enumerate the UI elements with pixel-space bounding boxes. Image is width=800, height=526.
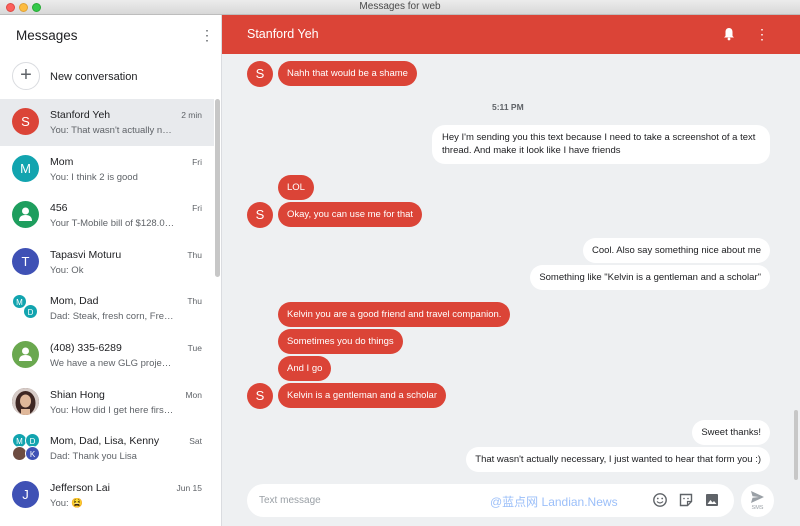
image-icon[interactable] — [704, 492, 720, 508]
new-conversation-label: New conversation — [50, 71, 138, 83]
conversation-name: Jefferson Lai — [50, 481, 110, 494]
chat-panel: Stanford Yeh ⋮ S Nahh that would be a sh… — [222, 15, 800, 526]
conversation-item[interactable]: (408) 335-6289 Tue We have a new GLG pro… — [0, 332, 214, 379]
avatar: M — [12, 154, 39, 182]
conversation-snippet: Dad: Thank you Lisa — [50, 451, 137, 463]
conversation-item[interactable]: M D K Mom, Dad, Lisa, Kenny Sat Dad: Tha… — [0, 425, 214, 472]
more-options-icon[interactable]: ⋮ — [200, 27, 214, 43]
message-input[interactable] — [259, 492, 479, 509]
conversation-name: (408) 335-6289 — [50, 341, 122, 354]
conversation-time: 2 min — [181, 110, 202, 120]
conversation-item[interactable]: S Stanford Yeh 2 min You: That wasn't ac… — [0, 99, 214, 146]
send-label: SMS — [751, 505, 764, 511]
sidebar-scrollbar[interactable] — [215, 99, 220, 277]
message-in: Kelvin is a gentleman and a scholar — [278, 383, 446, 408]
avatar: J — [12, 480, 39, 508]
conversation-time: Thu — [187, 296, 202, 307]
avatar: T — [12, 247, 39, 275]
window-titlebar: Messages for web — [0, 0, 800, 15]
sender-avatar: S — [247, 202, 273, 228]
bell-icon[interactable] — [722, 27, 736, 41]
sidebar-header: Messages ⋮ — [0, 15, 221, 55]
window-title: Messages for web — [359, 1, 441, 12]
watermark-text: @蓝点网 Landian.News — [490, 495, 618, 509]
sidebar-title: Messages — [16, 28, 78, 43]
conversation-time: Mon — [185, 389, 202, 400]
conversation-snippet: You: Ok — [50, 264, 84, 276]
chat-scrollbar[interactable] — [794, 410, 798, 480]
message-timestamp: 5:11 PM — [492, 102, 524, 112]
conversation-name: Stanford Yeh — [50, 109, 111, 121]
person-icon — [12, 201, 39, 229]
chat-title: Stanford Yeh — [247, 27, 319, 41]
conversation-item[interactable]: 456 Fri Your T-Mobile bill of $128.00... — [0, 192, 214, 239]
sender-avatar: S — [247, 61, 273, 87]
send-button[interactable]: SMS — [741, 484, 774, 517]
message-in: Nahh that would be a shame — [278, 61, 417, 86]
conversation-name: Mom, Dad, Lisa, Kenny — [50, 435, 160, 448]
conversation-item[interactable]: T Tapasvi Moturu Thu You: Ok — [0, 239, 214, 286]
conversation-snippet: You: I think 2 is good — [50, 171, 138, 183]
conversation-time: Sat — [189, 436, 202, 447]
message-composer: @蓝点网 Landian.News — [247, 484, 734, 517]
conversation-item[interactable]: M Mom Fri You: I think 2 is good — [0, 146, 214, 193]
conversation-snippet: We have a new GLG project ... — [50, 357, 175, 369]
conversation-time: Fri — [192, 156, 202, 167]
conversation-name: Shian Hong — [50, 388, 105, 401]
avatar-photo — [12, 387, 39, 415]
conversation-time: Jun 15 — [176, 482, 202, 493]
sender-avatar: S — [247, 383, 273, 409]
avatar: S — [12, 108, 39, 135]
conversation-name: Mom, Dad — [50, 295, 99, 308]
conversation-list: S Stanford Yeh 2 min You: That wasn't ac… — [0, 99, 214, 518]
conversation-time: Fri — [192, 203, 202, 214]
conversation-snippet: Your T-Mobile bill of $128.00... — [50, 218, 175, 230]
sticker-icon[interactable] — [678, 492, 694, 508]
plus-icon: + — [12, 62, 40, 90]
conversation-snippet: You: 😫 — [50, 497, 84, 509]
more-options-icon[interactable]: ⋮ — [755, 26, 769, 42]
message-in: And I go — [278, 356, 332, 381]
conversation-snippet: Dad: Steak, fresh corn, Frenc... — [50, 311, 175, 323]
new-conversation-button[interactable]: + New conversation — [0, 60, 221, 98]
conversation-name: 456 — [50, 202, 68, 215]
emoji-icon[interactable] — [652, 492, 668, 508]
conversation-time: Tue — [187, 342, 202, 353]
chat-header: Stanford Yeh ⋮ — [222, 15, 800, 54]
conversation-snippet: You: That wasn't actually nec... — [50, 125, 175, 136]
sidebar: Messages ⋮ + New conversation S Stanford… — [0, 15, 222, 526]
message-in: Okay, you can use me for that — [278, 202, 423, 227]
group-avatar: K — [25, 446, 40, 462]
conversation-name: Tapasvi Moturu — [50, 248, 122, 261]
message-in: LOL — [278, 175, 314, 200]
message-in: Kelvin you are a good friend and travel … — [278, 302, 511, 327]
message-out: Sweet thanks! — [692, 420, 770, 445]
conversation-time: Thu — [187, 249, 202, 260]
conversation-item[interactable]: Shian Hong Mon You: How did I get here f… — [0, 379, 214, 426]
message-out: That wasn't actually necessary, I just w… — [466, 447, 770, 472]
conversation-item[interactable]: J Jefferson Lai Jun 15 You: 😫 — [0, 472, 214, 519]
person-icon — [12, 340, 39, 368]
group-avatar: D — [23, 304, 38, 320]
message-out: Cool. Also say something nice about me — [583, 238, 770, 263]
conversation-item[interactable]: M D Mom, Dad Thu Dad: Steak, fresh corn,… — [0, 285, 214, 332]
send-icon — [751, 491, 764, 503]
message-in: Sometimes you do things — [278, 329, 403, 354]
conversation-name: Mom — [50, 155, 74, 168]
message-out: Hey I'm sending you this text because I … — [432, 125, 770, 164]
conversation-snippet: You: How did I get here first l... — [50, 404, 175, 416]
message-out: Something like "Kelvin is a gentleman an… — [530, 265, 770, 290]
